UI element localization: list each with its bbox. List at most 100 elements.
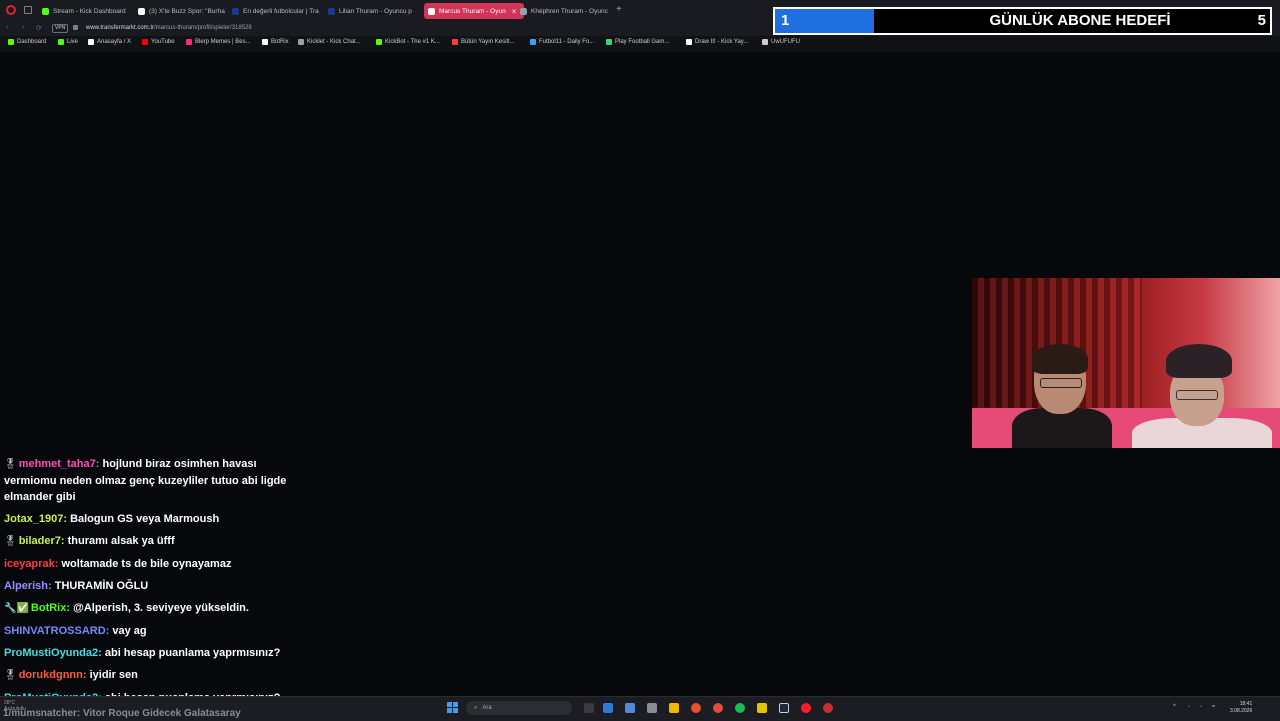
vpn-badge[interactable]: VPN	[52, 24, 69, 33]
close-tab-icon[interactable]: ×	[512, 7, 517, 16]
tray-icon[interactable]: ◦	[1188, 704, 1190, 710]
teams-icon[interactable]	[625, 703, 635, 713]
bookmark-label: Kicklet - Kick Chat...	[307, 39, 361, 45]
bookmark-favicon-icon	[686, 39, 692, 45]
bookmark-item[interactable]: Bütün Yayın Kesitl...	[452, 39, 514, 45]
chat-message: 🎖 dorukdgnnn: iyidir sen	[0, 667, 310, 684]
chat-overlay: 🎖 mehmet_taha7: hojlund biraz osimhen hav…	[0, 456, 310, 712]
webcam-feed	[972, 278, 1280, 448]
bookmark-label: Blerp Memes | Bes...	[195, 39, 251, 45]
reload-icon[interactable]: ⟳	[36, 24, 42, 32]
widgets-icon[interactable]	[603, 703, 613, 713]
clock-date: 3.08.2026	[1230, 708, 1253, 714]
chat-text: THURAMİN OĞLU	[54, 580, 149, 592]
bookmark-item[interactable]: Kicklet - Kick Chat...	[298, 39, 361, 45]
back-icon[interactable]: ‹	[6, 24, 8, 31]
bookmark-favicon-icon	[298, 39, 304, 45]
bookmark-item[interactable]: Futbol11 - Daily Fo...	[530, 39, 594, 45]
badge-icon: 🎖	[4, 536, 17, 547]
task-view-icon[interactable]	[584, 703, 594, 713]
search-placeholder: Ara	[482, 705, 492, 711]
subscriber-goal-overlay: 1 GÜNLÜK ABONE HEDEFİ 5	[773, 7, 1272, 35]
chat-colon: :	[98, 647, 105, 659]
tab-label: Marcus Thuram - Oyun	[439, 7, 506, 15]
chat-message: Jotax_1907: Balogun GS veya Marmoush	[0, 511, 310, 527]
file-explorer-icon[interactable]	[669, 703, 679, 713]
bookmark-favicon-icon	[530, 39, 536, 45]
spotify-icon[interactable]	[735, 703, 745, 713]
badge-icon: 🎖	[4, 670, 17, 681]
bookmark-item[interactable]: Live	[58, 39, 78, 45]
chat-username: mehmet_taha7	[18, 458, 96, 470]
bookmark-item[interactable]: YouTube	[142, 39, 175, 45]
tab[interactable]: Lilian Thuram - Oyuncu p	[328, 3, 416, 19]
chat-text: abi hesap puanlama yaprmısınız?	[104, 647, 281, 659]
tab[interactable]: En değerli futbolcular | Tra	[232, 3, 322, 19]
bookmark-item[interactable]: Dashboard	[8, 39, 46, 45]
steam-icon[interactable]	[779, 703, 789, 713]
tab-label: Stream - Kick Dashboard	[53, 7, 126, 15]
tab[interactable]: (3) X'te Buzz Spor: "Burha	[138, 3, 226, 19]
chat-text: iyidir sen	[89, 669, 138, 681]
tray-icon[interactable]: ◦	[1200, 704, 1202, 710]
glasses-icon	[1176, 390, 1218, 400]
bookmark-label: Draw It! - Kick Yay...	[695, 39, 749, 45]
bookmark-favicon-icon	[88, 39, 94, 45]
goal-target: 5	[1257, 12, 1266, 29]
streamer-left-hair	[1032, 344, 1088, 374]
bookmark-item[interactable]: Anasayfa / X	[88, 39, 131, 45]
chat-username: Alperish	[4, 580, 49, 592]
bookmark-item[interactable]: KickBot - The #1 K...	[376, 39, 440, 45]
workspaces-icon[interactable]	[24, 6, 32, 14]
url-path: /marcus-thuram/profil/spieler/318528	[154, 25, 252, 31]
tab-active[interactable]: Marcus Thuram - Oyun ×	[424, 3, 524, 19]
bookmark-favicon-icon	[186, 39, 192, 45]
search-icon: ⌕	[474, 704, 478, 711]
chat-username: iceyaprak	[4, 558, 55, 570]
opera-taskbar-icon[interactable]	[801, 703, 811, 713]
bookmark-label: BotRix	[271, 39, 289, 45]
chat-text: vay ag	[112, 625, 147, 637]
forward-icon[interactable]: ›	[22, 24, 24, 31]
bookmark-label: Dashboard	[17, 39, 47, 45]
chat-username: BotRix	[30, 602, 67, 614]
url-field[interactable]: www.transfermarkt.com.tr/marcus-thuram/p…	[86, 23, 252, 33]
new-tab-button[interactable]: +	[616, 4, 622, 15]
obs-icon[interactable]	[757, 703, 767, 713]
lock-icon[interactable]	[73, 25, 78, 30]
app-icon[interactable]	[823, 703, 833, 713]
chrome-icon[interactable]	[713, 703, 723, 713]
chat-text: Balogun GS veya Marmoush	[70, 513, 220, 525]
chat-message: Alperish: THURAMİN OĞLU	[0, 578, 310, 594]
chat-text: woltamade ts de bile oynayamaz	[61, 558, 232, 570]
chat-username: dorukdgnnn	[18, 669, 83, 681]
bookmark-item[interactable]: Play Football Gam...	[606, 39, 669, 45]
chat-username: SHINVATROSSARD	[4, 625, 106, 637]
opera-logo-icon[interactable]	[6, 5, 16, 15]
wifi-icon[interactable]: ≈	[1212, 704, 1215, 710]
tab[interactable]: Khéphren Thuram - Oyunc	[520, 3, 612, 19]
firefox-icon[interactable]	[691, 703, 701, 713]
bookmark-item[interactable]: Blerp Memes | Bes...	[186, 39, 251, 45]
badge-icon: 🔧✅	[4, 603, 29, 614]
chat-text: thuramı alsak ya üfff	[67, 535, 175, 547]
tab-label: Khéphren Thuram - Oyunc	[531, 7, 608, 15]
start-button[interactable]	[447, 702, 458, 713]
chat-username: ProMustiOyunda2	[4, 647, 99, 659]
tab-favicon-icon	[42, 7, 49, 15]
bookmark-label: UwUFUFU	[771, 39, 800, 45]
bookmark-favicon-icon	[58, 39, 64, 45]
streamer-left-body	[1012, 408, 1112, 448]
bookmark-label: YouTube	[151, 39, 175, 45]
tray-chevron-icon[interactable]: ^	[1173, 704, 1176, 710]
bookmark-item[interactable]: UwUFUFU	[762, 39, 800, 45]
clock-time: 18:41	[1239, 701, 1253, 707]
tab[interactable]: Stream - Kick Dashboard	[42, 3, 132, 19]
taskbar-search[interactable]: ⌕ Ara	[466, 701, 572, 715]
bookmark-item[interactable]: BotRix	[262, 39, 289, 45]
bookmark-item[interactable]: Draw It! - Kick Yay...	[686, 39, 748, 45]
taskbar-clock[interactable]: 18:41 3.08.2026	[1230, 701, 1252, 715]
url-host: www.transfermarkt.com.tr	[86, 25, 155, 31]
calculator-icon[interactable]	[647, 703, 657, 713]
tab-label: En değerli futbolcular | Tra	[243, 7, 319, 15]
